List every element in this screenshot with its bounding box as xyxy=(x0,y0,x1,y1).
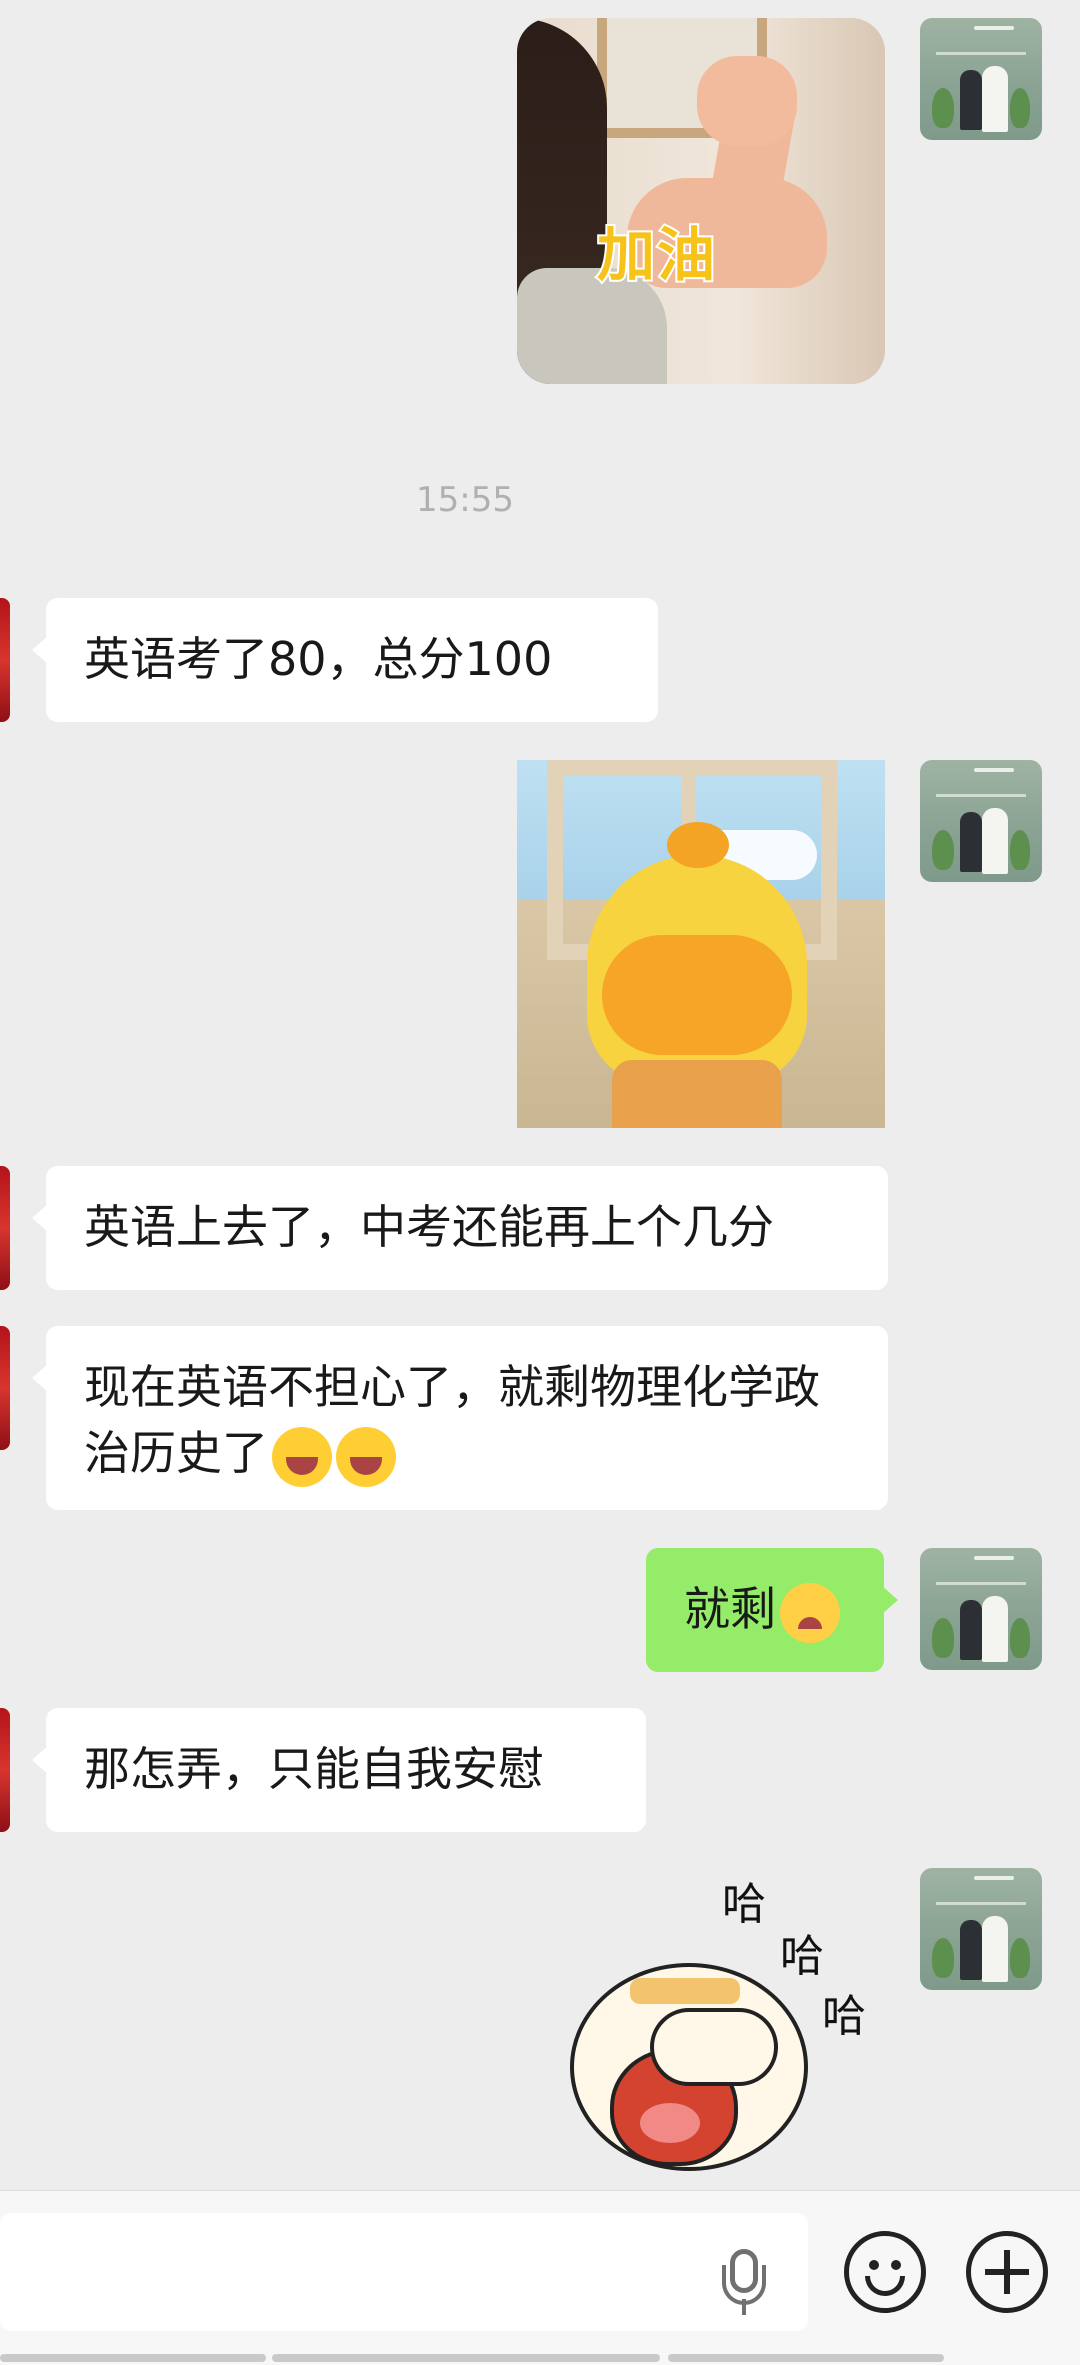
message-text: 英语上去了，中考还能再上个几分 xyxy=(84,1200,774,1254)
my-avatar[interactable] xyxy=(920,1868,1042,1990)
sticker-text: 哈 xyxy=(822,1991,866,2042)
message-text: 英语考了80，总分100 xyxy=(84,632,553,686)
message-bubble-right[interactable]: 就剩 xyxy=(646,1548,898,1672)
message-text: 就剩 xyxy=(684,1582,776,1636)
contact-avatar[interactable] xyxy=(0,1708,10,1832)
crying-face-icon xyxy=(780,1582,840,1643)
emoji-button[interactable] xyxy=(844,2231,926,2313)
sticker-jiayou[interactable]: 加油 xyxy=(517,18,885,384)
chat-input-bar xyxy=(0,2190,1080,2365)
message-text: 那怎弄，只能自我安慰 xyxy=(84,1742,544,1796)
sticker-text: 哈 xyxy=(722,1879,766,1930)
sticker-jiayou-text: 加油 xyxy=(595,219,718,291)
grinning-squint-icon xyxy=(272,1426,332,1487)
my-avatar[interactable] xyxy=(920,760,1042,882)
plus-button[interactable] xyxy=(966,2231,1048,2313)
time-divider: 15:55 xyxy=(416,480,514,520)
grinning-squint-icon xyxy=(336,1426,396,1487)
message-bubble-left[interactable]: 现在英语不担心了，就剩物理化学政治历史了 xyxy=(32,1326,888,1510)
sticker-laughing-cat[interactable]: 哈 哈 哈 xyxy=(540,1868,900,2190)
message-input[interactable] xyxy=(0,2213,808,2331)
message-bubble-left[interactable]: 英语上去了，中考还能再上个几分 xyxy=(32,1166,888,1290)
contact-avatar[interactable] xyxy=(0,1166,10,1290)
home-indicator xyxy=(668,2354,944,2362)
home-indicator xyxy=(0,2354,266,2362)
my-avatar[interactable] xyxy=(920,1548,1042,1670)
message-text: 现在英语不担心了，就剩物理化学政治历史了 xyxy=(84,1360,820,1480)
contact-avatar[interactable] xyxy=(0,1326,10,1450)
message-bubble-left[interactable]: 那怎弄，只能自我安慰 xyxy=(32,1708,646,1832)
my-avatar[interactable] xyxy=(920,18,1042,140)
message-bubble-left[interactable]: 英语考了80，总分100 xyxy=(32,598,658,722)
smile-icon xyxy=(869,2260,879,2270)
contact-avatar[interactable] xyxy=(0,598,10,722)
sticker-yellow-character[interactable] xyxy=(517,760,885,1128)
home-indicator xyxy=(272,2354,660,2362)
sticker-text: 哈 xyxy=(780,1931,824,1982)
